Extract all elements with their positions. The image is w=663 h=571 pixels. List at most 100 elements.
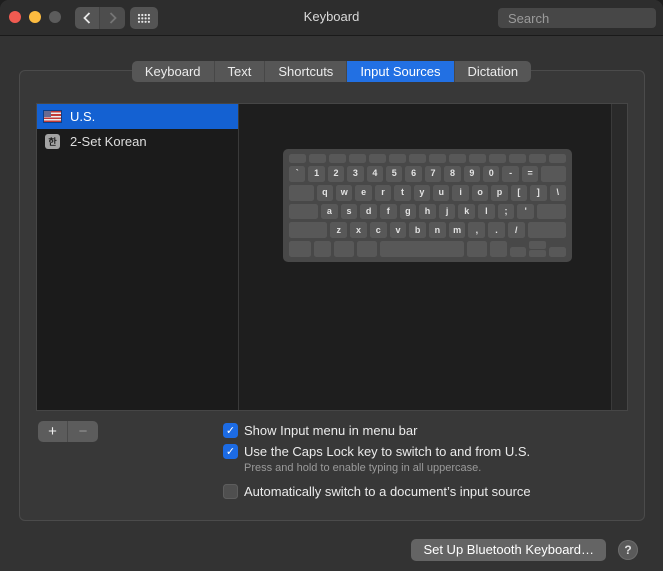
key-h: h — [419, 203, 436, 220]
key-\: \ — [549, 184, 566, 201]
key-blank — [289, 203, 319, 220]
auto-switch-checkbox[interactable] — [223, 484, 238, 499]
key-c: c — [369, 222, 387, 239]
key-blank — [536, 203, 567, 220]
chevron-right-icon — [109, 12, 117, 24]
input-source-label: 2-Set Korean — [70, 134, 147, 149]
key-`: ` — [289, 165, 306, 182]
key-v: v — [389, 222, 407, 239]
add-remove-controls: + − — [38, 421, 98, 442]
remove-input-source-button[interactable]: − — [68, 421, 98, 442]
key-arrow-stack — [529, 241, 547, 257]
key-blank — [289, 154, 306, 163]
tab-text[interactable]: Text — [215, 61, 266, 82]
hangul-badge-icon: 한 — [45, 134, 60, 149]
checkbox-row-caps-lock-switch: ✓ Use the Caps Lock key to switch to and… — [223, 444, 530, 459]
key-blank — [349, 154, 366, 163]
key-5: 5 — [386, 165, 403, 182]
key-m: m — [448, 222, 466, 239]
key-blank — [389, 154, 406, 163]
tab-segmented-control: Keyboard Text Shortcuts Input Sources Di… — [131, 61, 532, 82]
zoom-button-disabled — [49, 11, 61, 23]
key-l: l — [478, 203, 495, 220]
tab-shortcuts[interactable]: Shortcuts — [265, 61, 348, 82]
vertical-scrollbar[interactable] — [611, 104, 627, 410]
keyboard-row: q w e r t y u i o p[] \ — [289, 184, 566, 201]
checkbox-label: Show Input menu in menu bar — [244, 423, 418, 438]
key-blank — [429, 154, 446, 163]
key-blank — [289, 241, 311, 257]
input-source-label: U.S. — [70, 109, 96, 124]
show-input-menu-checkbox[interactable]: ✓ — [223, 423, 238, 438]
caps-lock-help-text: Press and hold to enable typing in all u… — [244, 462, 482, 474]
grid-icon — [137, 13, 150, 23]
help-button[interactable]: ? — [618, 540, 638, 560]
keyboard-row — [289, 154, 566, 163]
key--: - — [502, 165, 519, 182]
tab-dictation[interactable]: Dictation — [455, 61, 532, 82]
key-k: k — [458, 203, 476, 220]
key-blank — [469, 154, 486, 163]
forward-button[interactable] — [100, 7, 125, 29]
question-mark-icon: ? — [624, 543, 632, 557]
key-arrow-half — [549, 247, 567, 257]
tab-bar: Keyboard Text Shortcuts Input Sources Di… — [0, 61, 663, 82]
key-blank — [309, 154, 326, 163]
key-o: o — [471, 184, 489, 201]
keyboard-row — [289, 241, 567, 257]
show-all-button[interactable] — [130, 7, 158, 29]
key-0: 0 — [483, 165, 500, 182]
key-blank — [529, 154, 546, 163]
key-blank — [509, 154, 526, 163]
tab-input-sources[interactable]: Input Sources — [347, 61, 455, 82]
key-y: y — [413, 184, 431, 201]
key-;: ; — [497, 203, 515, 220]
key-blank — [356, 241, 377, 257]
back-button[interactable] — [75, 7, 100, 29]
checkmark-icon: ✓ — [225, 446, 236, 458]
key-=: = — [521, 165, 539, 182]
key-b: b — [409, 222, 427, 239]
key-,: , — [468, 222, 486, 239]
us-flag-icon — [43, 110, 62, 123]
search-field[interactable] — [498, 8, 663, 28]
key-blank — [289, 184, 314, 201]
caps-lock-switch-checkbox[interactable]: ✓ — [223, 444, 238, 459]
key-blank — [333, 241, 354, 257]
navigation-buttons — [75, 7, 125, 29]
key-z: z — [330, 222, 348, 239]
key-blank — [489, 241, 507, 257]
close-button[interactable] — [9, 11, 21, 23]
key-blank — [329, 154, 346, 163]
minimize-button[interactable] — [29, 11, 41, 23]
list-item-2set-korean[interactable]: 한 2-Set Korean — [37, 129, 238, 154]
key-x: x — [350, 222, 367, 239]
keyboard-row: z x c v b n m,. / — [289, 222, 567, 239]
key-8: 8 — [444, 165, 461, 182]
key-f: f — [379, 203, 397, 220]
key-a: a — [321, 203, 338, 220]
add-input-source-button[interactable]: + — [38, 421, 68, 442]
checkmark-icon: ✓ — [225, 425, 236, 437]
setup-bluetooth-keyboard-button[interactable]: Set Up Bluetooth Keyboard… — [411, 539, 606, 561]
key-]: ] — [530, 184, 547, 201]
key-i: i — [452, 184, 469, 201]
key-/: / — [507, 222, 525, 239]
key-9: 9 — [463, 165, 481, 182]
tab-keyboard[interactable]: Keyboard — [132, 61, 215, 82]
key-blank — [527, 222, 567, 239]
list-item-us[interactable]: U.S. — [37, 104, 238, 129]
keyboard-preview: ` 1 2 3 4 5 6 7 8 9 0- = q w e r t y u i o p[] \ a s d f g h j k l; ' z x c… — [283, 149, 572, 262]
keyboard-preferences-window: Keyboard Keyboard Text Shortcuts Input S… — [0, 0, 663, 571]
key-u: u — [433, 184, 450, 201]
key-4: 4 — [366, 165, 384, 182]
key-j: j — [438, 203, 456, 220]
key-arrow-half — [509, 247, 527, 257]
search-input[interactable] — [508, 10, 663, 26]
key-t: t — [394, 184, 411, 201]
keyboard-row: a s d f g h j k l; ' — [289, 203, 567, 220]
keyboard-row: ` 1 2 3 4 5 6 7 8 9 0- = — [289, 165, 566, 182]
key-7: 7 — [424, 165, 442, 182]
input-sources-listbox: U.S. 한 2-Set Korean ` 1 2 3 4 5 6 7 8 9 0- = q w e r t y u… — [36, 103, 628, 411]
key-w: w — [336, 184, 353, 201]
